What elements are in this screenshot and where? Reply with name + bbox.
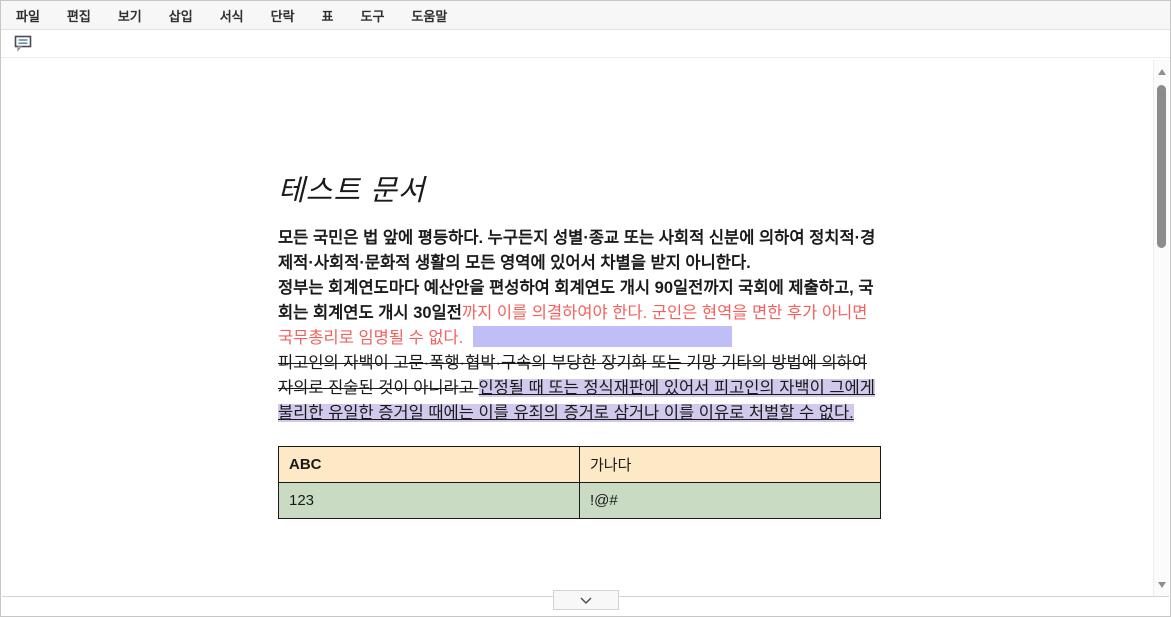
menu-item-file[interactable]: 파일 [16, 6, 40, 25]
table-header-cell-ganada[interactable]: 가나다 [580, 447, 881, 483]
menu-item-view[interactable]: 보기 [118, 6, 142, 25]
selection-highlight-block[interactable] [473, 326, 732, 347]
menu-bar: 파일 편집 보기 삽입 서식 단락 표 도구 도움말 [1, 1, 1170, 30]
chevron-down-icon [580, 597, 592, 604]
comment-button[interactable] [12, 33, 35, 54]
table-header-cell-abc[interactable]: ABC [279, 447, 580, 483]
menu-item-format[interactable]: 서식 [220, 6, 244, 25]
document-title[interactable]: 테스트 문서 [278, 172, 882, 210]
menu-item-edit[interactable]: 편집 [67, 6, 91, 25]
menu-item-help[interactable]: 도움말 [411, 6, 447, 25]
menu-item-tools[interactable]: 도구 [361, 6, 385, 25]
scrollbar-down-arrow-icon[interactable] [1158, 582, 1166, 588]
vertical-scrollbar[interactable] [1153, 60, 1169, 596]
scrollbar-thumb[interactable] [1157, 85, 1166, 248]
document-area[interactable]: 테스트 문서 모든 국민은 법 앞에 평등하다. 누구든지 성별·종교 또는 사… [2, 60, 1153, 596]
table-cell-123[interactable]: 123 [279, 483, 580, 519]
paragraph-budget[interactable]: 정부는 회계연도마다 예산안을 편성하여 회계연도 개시 90일전까지 국회에 … [278, 276, 882, 351]
table-data-row: 123 !@# [279, 483, 881, 519]
collapse-panel-button[interactable] [553, 590, 619, 610]
toolbar [1, 30, 1170, 58]
comment-icon [14, 35, 33, 52]
menu-item-table[interactable]: 표 [322, 6, 334, 25]
menu-item-paragraph[interactable]: 단락 [271, 6, 295, 25]
menu-item-insert[interactable]: 삽입 [169, 6, 193, 25]
scrollbar-up-arrow-icon[interactable] [1158, 69, 1166, 75]
table-header-row: ABC 가나다 [279, 447, 881, 483]
document-table: ABC 가나다 123 !@# [278, 446, 881, 519]
table-cell-symbols[interactable]: !@# [580, 483, 881, 519]
paragraph-equality[interactable]: 모든 국민은 법 앞에 평등하다. 누구든지 성별·종교 또는 사회적 신분에 … [278, 226, 882, 276]
document-content: 테스트 문서 모든 국민은 법 앞에 평등하다. 누구든지 성별·종교 또는 사… [278, 172, 882, 519]
app-window: 파일 편집 보기 삽입 서식 단락 표 도구 도움말 테스트 문서 모든 국민은… [0, 0, 1171, 617]
paragraph-confession[interactable]: 피고인의 자백이 고문·폭행·협박·구속의 부당한 장기화 또는 기망 기타의 … [278, 351, 882, 426]
